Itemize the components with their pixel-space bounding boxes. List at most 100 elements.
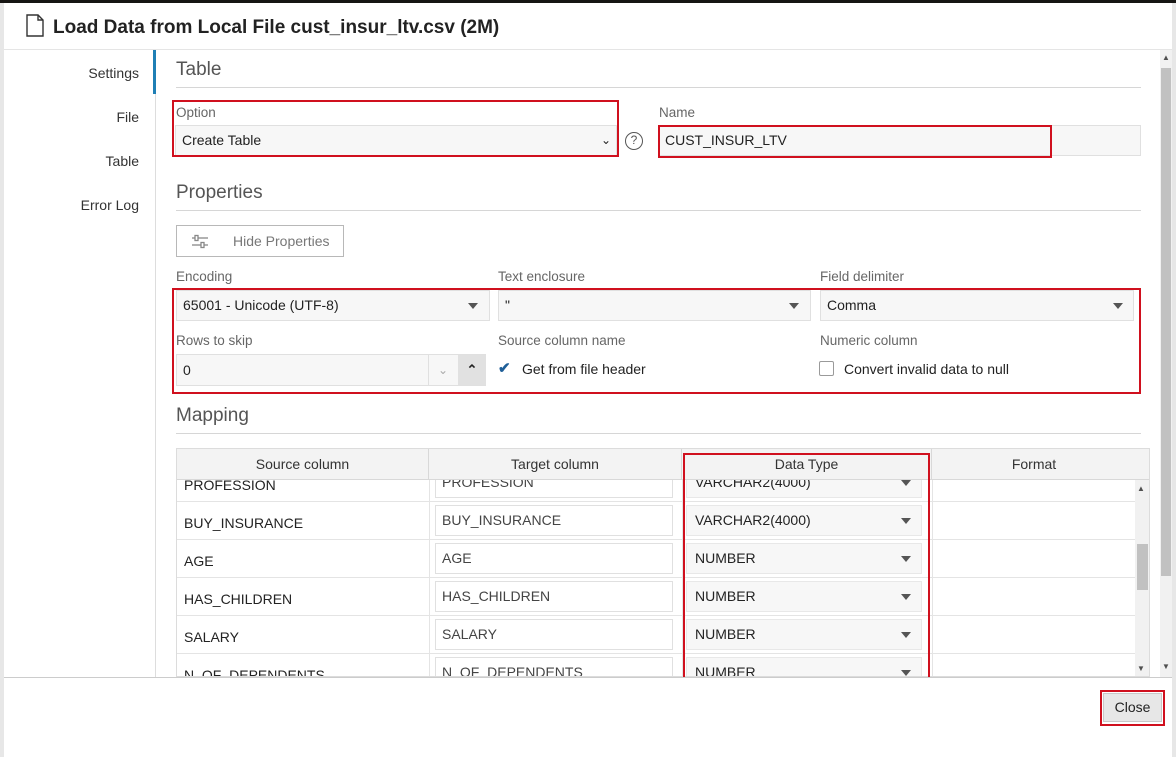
help-icon[interactable]: ? [625, 132, 643, 150]
data-type-select[interactable]: NUMBER [686, 581, 922, 612]
table-row: BUY_INSURANCE BUY_INSURANCE VARCHAR2(400… [177, 502, 1135, 540]
section-divider [176, 433, 1141, 434]
text-enclosure-select-value: " [505, 297, 510, 313]
source-column-cell: HAS_CHILDREN [184, 591, 293, 607]
table-name-input[interactable]: CUST_INSUR_LTV [658, 125, 1141, 156]
sidebar-item-error-log[interactable]: Error Log [81, 197, 139, 213]
mapping-scrollbar[interactable]: ▲ ▼ [1135, 480, 1149, 676]
option-select[interactable]: Create Table ⌄ [175, 125, 617, 156]
table-row: N_OF_DEPENDENTS N_OF_DEPENDENTS NUMBER [177, 654, 1135, 677]
dropdown-caret-icon [901, 480, 911, 486]
sliders-icon [192, 234, 208, 249]
source-column-cell: AGE [184, 553, 214, 569]
scroll-up-arrow-icon[interactable]: ▲ [1137, 484, 1145, 493]
source-column-cell: SALARY [184, 629, 239, 645]
table-row: SALARY SALARY NUMBER [177, 616, 1135, 654]
encoding-label: Encoding [176, 269, 233, 284]
dropdown-caret-icon [901, 670, 911, 676]
table-row: PROFESSION PROFESSION VARCHAR2(4000) [177, 480, 1135, 502]
dialog-title: Load Data from Local File cust_insur_ltv… [53, 17, 500, 38]
name-label: Name [659, 105, 696, 120]
data-type-value: NUMBER [695, 550, 756, 566]
section-divider [176, 87, 1141, 88]
numeric-column-label: Numeric column [820, 333, 918, 348]
data-type-value: VARCHAR2(4000) [695, 480, 811, 490]
field-delimiter-select-value: Comma [827, 297, 877, 313]
properties-section-title: Properties [176, 182, 263, 203]
data-type-select[interactable]: VARCHAR2(4000) [686, 505, 922, 536]
table-row: AGE AGE NUMBER [177, 540, 1135, 578]
scrollbar-thumb[interactable] [1161, 68, 1171, 576]
target-column-input[interactable]: AGE [435, 543, 673, 574]
chevron-down-icon[interactable]: ⌄ [428, 355, 457, 385]
dropdown-caret-icon [901, 632, 911, 638]
section-divider [176, 210, 1141, 211]
chevron-up-icon[interactable]: ⌃ [458, 355, 486, 385]
dropdown-caret-icon [789, 303, 799, 309]
scrollbar-thumb[interactable] [1137, 544, 1148, 590]
mapping-table: Source column Target column Data Type Fo… [176, 448, 1150, 677]
field-delimiter-select[interactable]: Comma [820, 290, 1134, 321]
target-column-input[interactable]: N_OF_DEPENDENTS [435, 657, 673, 676]
sidebar-item-settings[interactable]: Settings [88, 65, 139, 81]
option-select-value: Create Table [182, 132, 262, 148]
target-column-input[interactable]: SALARY [435, 619, 673, 650]
column-header-target: Target column [429, 449, 682, 480]
convert-invalid-label: Convert invalid data to null [844, 361, 1009, 377]
source-column-cell: N_OF_DEPENDENTS [184, 667, 325, 677]
sidebar-item-table[interactable]: Table [106, 153, 139, 169]
rows-to-skip-value: 0 [183, 362, 191, 378]
checkmark-icon[interactable]: ✔ [498, 361, 511, 376]
field-delimiter-label: Field delimiter [820, 269, 905, 284]
hide-properties-label: Hide Properties [233, 233, 330, 249]
text-enclosure-select[interactable]: " [498, 290, 811, 321]
settings-sidebar: Settings File Table Error Log [4, 50, 156, 677]
target-column-input[interactable]: HAS_CHILDREN [435, 581, 673, 612]
document-icon [26, 14, 44, 37]
dropdown-caret-icon [468, 303, 478, 309]
target-column-input[interactable]: PROFESSION [435, 480, 673, 498]
data-type-select[interactable]: NUMBER [686, 619, 922, 650]
target-column-input[interactable]: BUY_INSURANCE [435, 505, 673, 536]
encoding-select-value: 65001 - Unicode (UTF-8) [183, 297, 339, 313]
data-type-value: NUMBER [695, 588, 756, 604]
sidebar-item-file[interactable]: File [116, 109, 139, 125]
dropdown-caret-icon [1113, 303, 1123, 309]
table-row: HAS_CHILDREN HAS_CHILDREN NUMBER [177, 578, 1135, 616]
data-type-select[interactable]: NUMBER [686, 543, 922, 574]
get-from-header-label: Get from file header [522, 361, 646, 377]
scroll-down-arrow-icon[interactable]: ▼ [1137, 664, 1145, 673]
hide-properties-button[interactable]: Hide Properties [176, 225, 344, 257]
settings-content: Table Option Create Table ⌄ ? Name CUST_… [156, 50, 1160, 677]
data-type-value: NUMBER [695, 664, 756, 677]
mapping-table-body: PROFESSION PROFESSION VARCHAR2(4000) BUY… [177, 480, 1135, 677]
data-type-select[interactable]: VARCHAR2(4000) [686, 480, 922, 498]
dropdown-caret-icon [901, 518, 911, 524]
dropdown-caret-icon [901, 556, 911, 562]
source-column-name-label: Source column name [498, 333, 626, 348]
dialog-scrollbar[interactable]: ▲ ▼ [1160, 50, 1172, 677]
rows-to-skip-label: Rows to skip [176, 333, 253, 348]
convert-invalid-checkbox[interactable] [819, 361, 834, 376]
close-button[interactable]: Close [1103, 693, 1162, 722]
mapping-section-title: Mapping [176, 405, 249, 426]
chevron-down-icon: ⌄ [601, 133, 612, 147]
rows-to-skip-stepper[interactable]: 0 ⌄ ⌃ [176, 354, 486, 386]
dialog-footer [4, 677, 1172, 757]
dialog-header: Load Data from Local File cust_insur_ltv… [4, 3, 1172, 50]
source-column-cell: PROFESSION [184, 480, 276, 493]
dropdown-caret-icon [901, 594, 911, 600]
mapping-table-header: Source column Target column Data Type Fo… [177, 449, 1149, 480]
data-type-select[interactable]: NUMBER [686, 657, 922, 677]
text-enclosure-label: Text enclosure [498, 269, 586, 284]
window-right-edge [1172, 3, 1176, 757]
column-header-format: Format [1011, 456, 1057, 472]
data-type-value: NUMBER [695, 626, 756, 642]
source-column-cell: BUY_INSURANCE [184, 515, 304, 531]
encoding-select[interactable]: 65001 - Unicode (UTF-8) [176, 290, 490, 321]
scroll-up-arrow-icon[interactable]: ▲ [1162, 53, 1170, 62]
option-label: Option [176, 105, 216, 120]
scroll-down-arrow-icon[interactable]: ▼ [1162, 662, 1170, 671]
table-section-title: Table [176, 59, 222, 80]
data-type-value: VARCHAR2(4000) [695, 512, 811, 528]
